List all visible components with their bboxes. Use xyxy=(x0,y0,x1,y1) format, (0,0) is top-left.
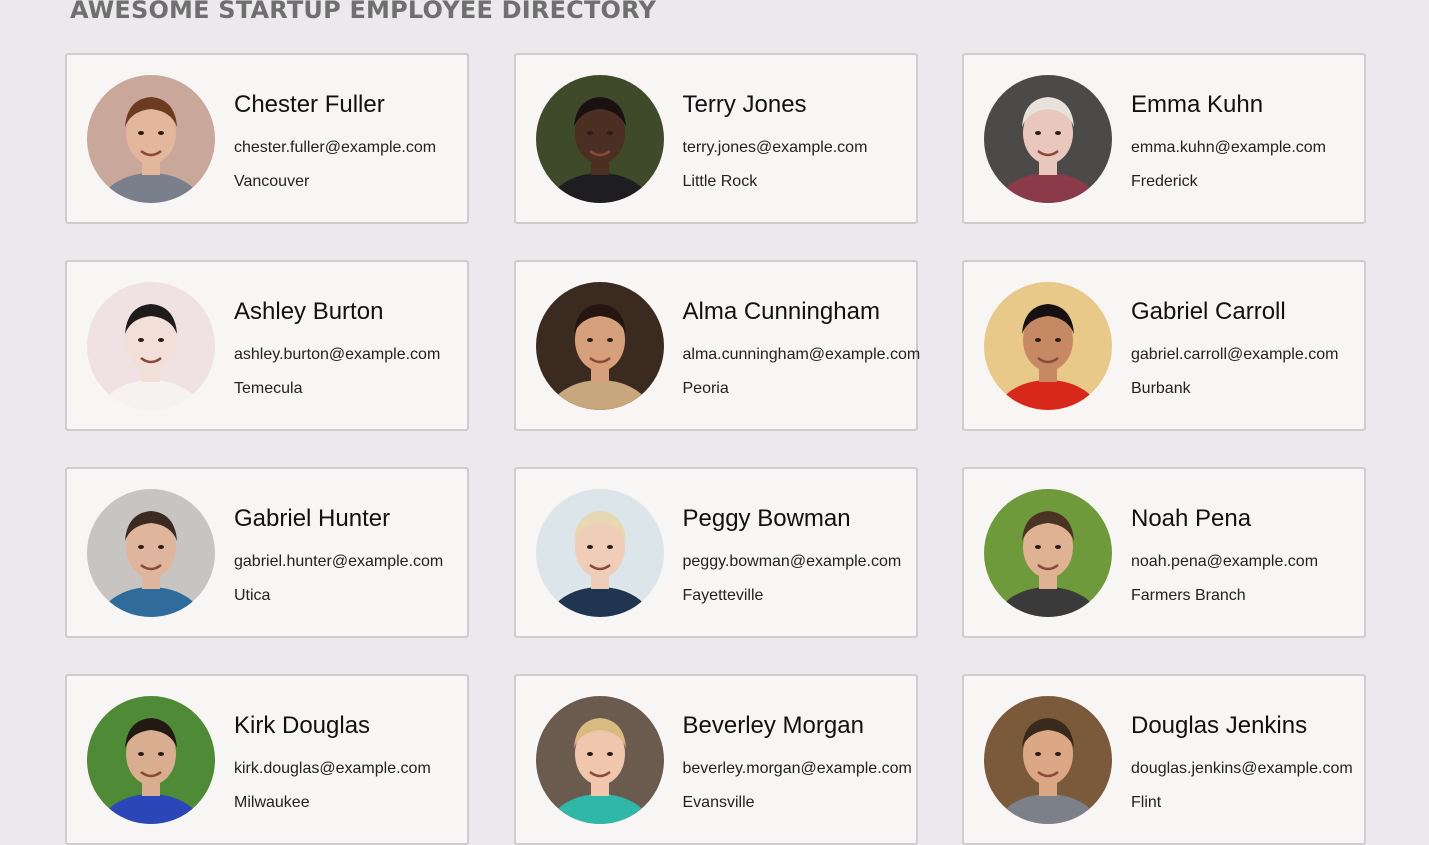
employee-email: alma.cunningham@example.com xyxy=(682,346,921,363)
employee-email: chester.fuller@example.com xyxy=(234,139,437,156)
employee-city: Frederick xyxy=(1131,173,1198,190)
employee-avatar xyxy=(535,696,664,824)
employee-card[interactable]: Terry Jones terry.jones@example.com Little… xyxy=(513,53,918,224)
employee-city: Milwaukee xyxy=(234,794,310,811)
employee-avatar xyxy=(87,489,215,617)
employee-name: Gabriel Hunter xyxy=(234,505,391,532)
employee-email: terry.jones@example.com xyxy=(682,139,868,156)
employee-email: kirk.douglas@example.com xyxy=(234,760,431,777)
employee-card[interactable]: Douglas Jenkins douglas.jenkins@example.c… xyxy=(962,674,1366,845)
employee-card[interactable]: Gabriel Hunter gabriel.hunter@example.com… xyxy=(65,467,469,638)
employee-avatar xyxy=(984,282,1112,410)
employee-email: peggy.bowman@example.com xyxy=(682,553,902,570)
employee-email: gabriel.hunter@example.com xyxy=(234,553,444,570)
employee-city: Little Rock xyxy=(682,173,758,190)
employee-name: Kirk Douglas xyxy=(234,712,371,739)
employee-card[interactable]: Noah Pena noah.pena@example.com Farmers Br… xyxy=(962,467,1366,638)
employee-email: ashley.burton@example.com xyxy=(234,346,441,363)
employee-name: Ashley Burton xyxy=(234,298,384,325)
employee-card[interactable]: Kirk Douglas kirk.douglas@example.com Milw… xyxy=(65,674,469,845)
employee-avatar xyxy=(535,489,664,617)
employee-name: Beverley Morgan xyxy=(682,712,864,739)
employee-city: Utica xyxy=(234,587,271,604)
employee-city: Peoria xyxy=(682,380,729,397)
employee-city: Burbank xyxy=(1131,380,1191,397)
employee-avatar xyxy=(984,75,1112,203)
employee-city: Fayetteville xyxy=(682,587,764,604)
employee-city: Temecula xyxy=(234,380,303,397)
employee-name: Peggy Bowman xyxy=(682,505,851,532)
employee-avatar xyxy=(535,75,664,203)
employee-city: Farmers Branch xyxy=(1131,587,1246,604)
employee-city: Flint xyxy=(1131,794,1162,811)
employee-card[interactable]: Peggy Bowman peggy.bowman@example.com Faye… xyxy=(513,467,918,638)
employee-avatar xyxy=(87,696,215,824)
employee-grid: Chester Fuller chester.fuller@example.com… xyxy=(65,53,1366,845)
employee-card[interactable]: Ashley Burton ashley.burton@example.com Te… xyxy=(65,260,469,431)
employee-avatar xyxy=(87,282,215,410)
employee-email: douglas.jenkins@example.com xyxy=(1131,760,1353,777)
employee-email: beverley.morgan@example.com xyxy=(682,760,912,777)
employee-card[interactable]: Chester Fuller chester.fuller@example.com… xyxy=(65,53,469,224)
employee-email: emma.kuhn@example.com xyxy=(1131,139,1326,156)
employee-city: Evansville xyxy=(682,794,755,811)
employee-name: Alma Cunningham xyxy=(682,298,880,325)
employee-avatar xyxy=(87,75,215,203)
employee-name: Noah Pena xyxy=(1131,505,1252,532)
employee-name: Chester Fuller xyxy=(234,91,385,118)
page-title: AWESOME STARTUP EMPLOYEE DIRECTORY xyxy=(70,0,657,24)
employee-email: noah.pena@example.com xyxy=(1131,553,1319,570)
employee-name: Douglas Jenkins xyxy=(1131,712,1308,739)
employee-email: gabriel.carroll@example.com xyxy=(1131,346,1339,363)
employee-card[interactable]: Gabriel Carroll gabriel.carroll@example.c… xyxy=(962,260,1366,431)
employee-card[interactable]: Alma Cunningham alma.cunningham@example.c… xyxy=(513,260,921,431)
employee-avatar xyxy=(535,282,664,410)
employee-city: Vancouver xyxy=(234,173,310,190)
employee-avatar xyxy=(984,489,1112,617)
employee-name: Emma Kuhn xyxy=(1131,91,1264,118)
employee-name: Gabriel Carroll xyxy=(1131,298,1286,325)
employee-name: Terry Jones xyxy=(682,91,807,118)
employee-avatar xyxy=(984,696,1112,824)
employee-card[interactable]: Emma Kuhn emma.kuhn@example.com Frederick xyxy=(962,53,1366,224)
employee-card[interactable]: Beverley Morgan beverley.morgan@example.c… xyxy=(513,674,918,845)
